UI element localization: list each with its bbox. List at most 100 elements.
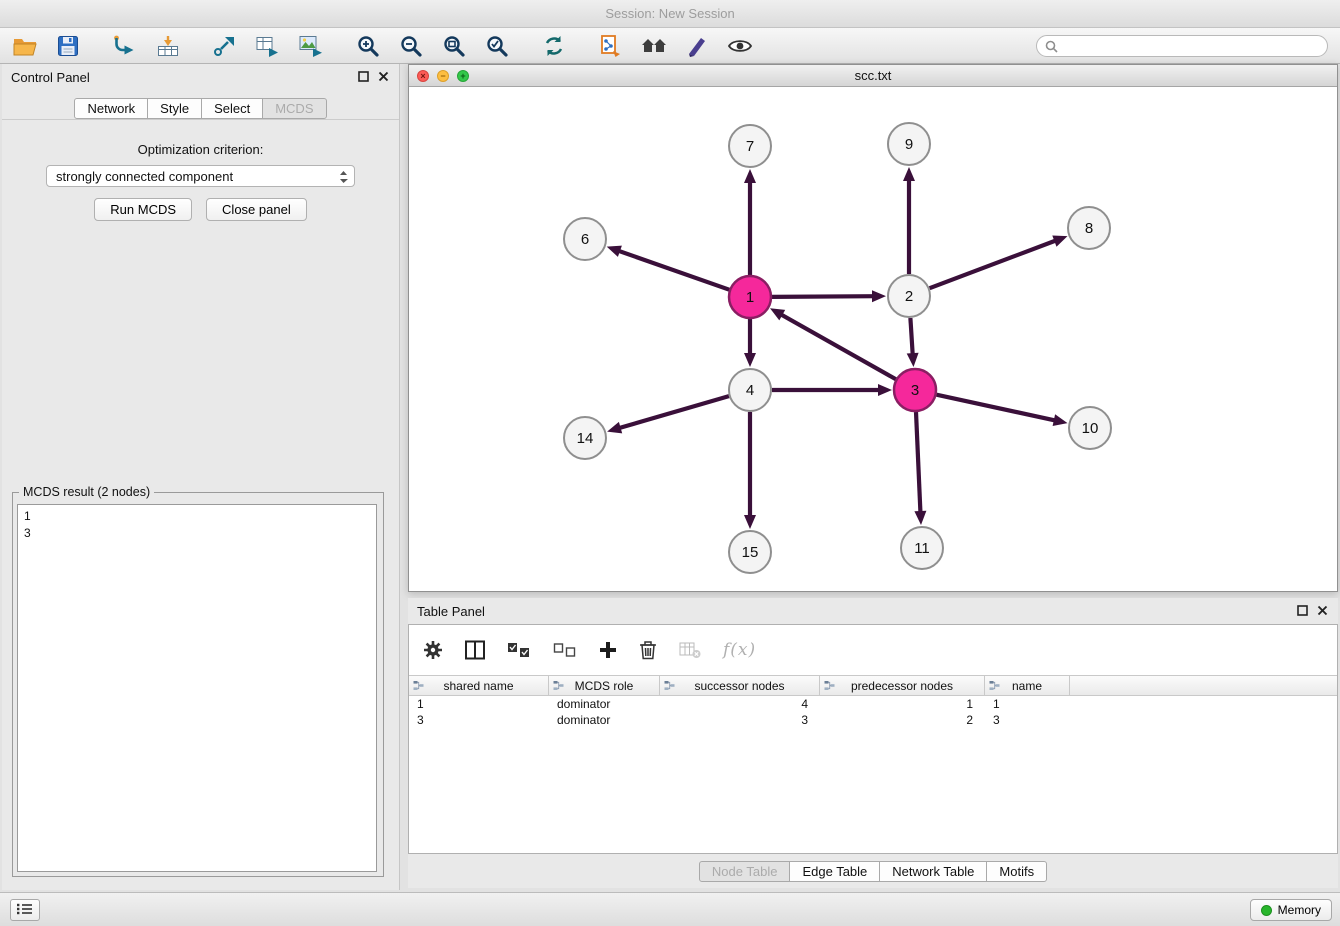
svg-text:10: 10: [1082, 420, 1099, 437]
edge-3-10[interactable]: [937, 395, 1068, 426]
node-11[interactable]: 11: [901, 527, 943, 569]
memory-button[interactable]: Memory: [1250, 899, 1332, 921]
close-panel-icon[interactable]: [378, 71, 389, 82]
column-header-predecessor-nodes[interactable]: predecessor nodes: [820, 676, 985, 696]
select-all-columns-button[interactable]: [507, 642, 531, 659]
edge-2-9[interactable]: [903, 167, 915, 274]
close-window-button[interactable]: ×: [417, 70, 429, 82]
open-session-button[interactable]: [10, 31, 40, 61]
cell-name[interactable]: 1: [985, 696, 1070, 712]
tab-network[interactable]: Network: [74, 98, 148, 119]
float-table-panel-icon[interactable]: [1297, 605, 1308, 616]
node-7[interactable]: 7: [729, 125, 771, 167]
cell-successor-nodes[interactable]: 3: [660, 712, 820, 728]
tab-motifs[interactable]: Motifs: [986, 861, 1047, 882]
network-canvas[interactable]: 7 9 6 8 1 2 4 3 14 10 15 11: [409, 87, 1337, 591]
export-table-button[interactable]: [253, 31, 283, 61]
node-14[interactable]: 14: [564, 417, 606, 459]
edge-1-4[interactable]: [744, 319, 756, 367]
apply-layout-button[interactable]: [539, 31, 569, 61]
export-network-button[interactable]: [210, 31, 240, 61]
cell-predecessor-nodes[interactable]: 2: [820, 712, 985, 728]
import-table-button[interactable]: [153, 31, 183, 61]
tab-select[interactable]: Select: [201, 98, 263, 119]
search-input[interactable]: [1063, 37, 1319, 55]
column-header-successor-nodes[interactable]: successor nodes: [660, 676, 820, 696]
home-button[interactable]: [639, 31, 669, 61]
table-row[interactable]: 3dominator323: [409, 712, 1337, 728]
node-8[interactable]: 8: [1068, 207, 1110, 249]
zoom-in-button[interactable]: [353, 31, 383, 61]
table-row[interactable]: 1dominator411: [409, 696, 1337, 712]
table-panel-body: f(x) shared name MCDS role successor nodes…: [408, 624, 1338, 854]
cell-shared-name[interactable]: 1: [409, 696, 549, 712]
edge-1-7[interactable]: [744, 169, 756, 275]
svg-text:6: 6: [581, 231, 589, 248]
float-panel-icon[interactable]: [358, 71, 369, 82]
minimize-window-button[interactable]: −: [437, 70, 449, 82]
unselect-all-columns-button[interactable]: [553, 642, 577, 659]
delete-columns-button[interactable]: [639, 640, 657, 660]
edge-4-3[interactable]: [772, 384, 892, 396]
column-label: predecessor nodes: [851, 679, 953, 693]
column-header-shared-name[interactable]: shared name: [409, 676, 549, 696]
edge-3-11[interactable]: [914, 412, 926, 525]
run-mcds-button[interactable]: Run MCDS: [94, 198, 192, 221]
open-session-icon: [13, 36, 37, 56]
export-image-button[interactable]: [296, 31, 326, 61]
cell-MCDS-role[interactable]: dominator: [549, 712, 660, 728]
zoom-fit-button[interactable]: [439, 31, 469, 61]
tab-node-table[interactable]: Node Table: [699, 861, 791, 882]
column-label: shared name: [443, 679, 513, 693]
cell-shared-name[interactable]: 3: [409, 712, 549, 728]
node-6[interactable]: 6: [564, 218, 606, 260]
edge-1-2[interactable]: [772, 290, 886, 302]
add-column-button[interactable]: [599, 641, 617, 659]
table-panel-header: Table Panel: [408, 598, 1338, 624]
edge-3-1[interactable]: [770, 308, 896, 379]
save-session-button[interactable]: [53, 31, 83, 61]
criterion-dropdown[interactable]: strongly connected component: [46, 165, 355, 187]
cell-MCDS-role[interactable]: dominator: [549, 696, 660, 712]
edge-2-3[interactable]: [907, 318, 919, 367]
table-settings-button[interactable]: [423, 640, 443, 660]
edge-2-8[interactable]: [930, 236, 1068, 289]
eye-button[interactable]: [725, 31, 755, 61]
tab-network-table[interactable]: Network Table: [879, 861, 987, 882]
cell-name[interactable]: 3: [985, 712, 1070, 728]
import-network-button[interactable]: [110, 31, 140, 61]
edge-1-6[interactable]: [607, 246, 730, 290]
show-panels-button[interactable]: [10, 899, 40, 921]
network-window-titlebar[interactable]: × − + scc.txt: [409, 65, 1337, 87]
node-2[interactable]: 2: [888, 275, 930, 317]
close-table-panel-icon[interactable]: [1317, 605, 1328, 616]
node-3[interactable]: 3: [894, 369, 936, 411]
home-icon: [641, 36, 667, 56]
function-builder-icon: f(x): [723, 640, 756, 660]
node-9[interactable]: 9: [888, 123, 930, 165]
cell-successor-nodes[interactable]: 4: [660, 696, 820, 712]
show-columns-button[interactable]: [465, 640, 485, 660]
annotation-pen-button[interactable]: [682, 31, 712, 61]
graphics-details-button[interactable]: [596, 31, 626, 61]
node-10[interactable]: 10: [1069, 407, 1111, 449]
table-body: 1dominator4113dominator323: [409, 696, 1337, 728]
edge-4-15[interactable]: [744, 412, 756, 529]
column-header-name[interactable]: name: [985, 676, 1070, 696]
tab-edge-table[interactable]: Edge Table: [789, 861, 880, 882]
column-label: MCDS role: [575, 679, 634, 693]
node-15[interactable]: 15: [729, 531, 771, 573]
zoom-window-button[interactable]: +: [457, 70, 469, 82]
mcds-result-list[interactable]: 1 3: [17, 504, 377, 872]
tab-mcds[interactable]: MCDS: [262, 98, 326, 119]
zoom-fit-icon: [443, 35, 465, 57]
tab-style[interactable]: Style: [147, 98, 202, 119]
node-1[interactable]: 1: [729, 276, 771, 318]
zoom-out-button[interactable]: [396, 31, 426, 61]
zoom-selected-button[interactable]: [482, 31, 512, 61]
cell-predecessor-nodes[interactable]: 1: [820, 696, 985, 712]
node-4[interactable]: 4: [729, 369, 771, 411]
column-header-MCDS-role[interactable]: MCDS role: [549, 676, 660, 696]
edge-4-14[interactable]: [607, 396, 729, 433]
close-panel-button[interactable]: Close panel: [206, 198, 307, 221]
